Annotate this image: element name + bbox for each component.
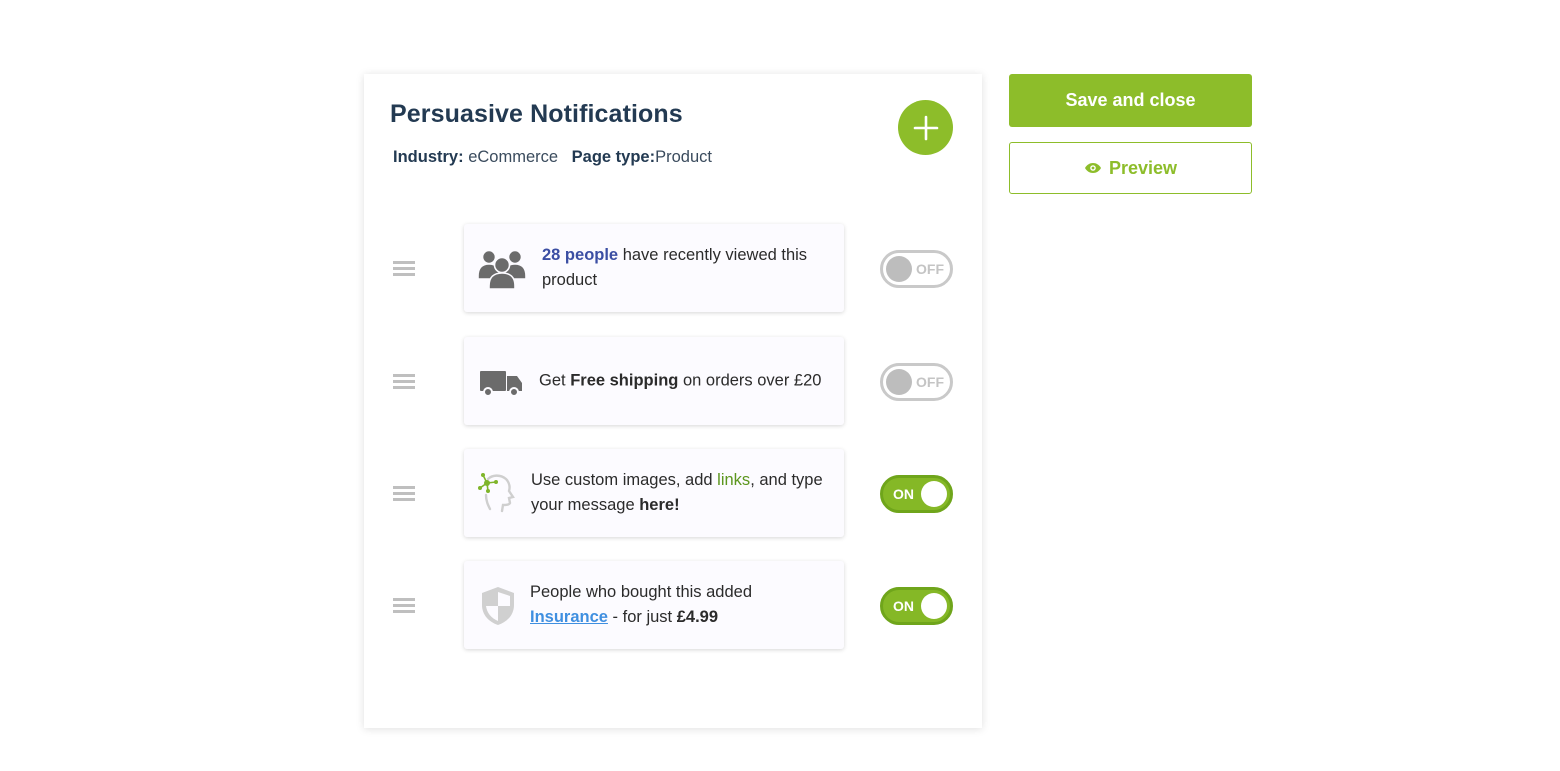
insurance-link[interactable]: Insurance xyxy=(530,608,608,626)
notification-toggle[interactable]: OFF xyxy=(880,250,953,288)
people-group-icon xyxy=(478,249,526,290)
notification-text: People who bought this added Insurance -… xyxy=(530,583,753,626)
page-type-value: Product xyxy=(655,148,712,166)
notification-card[interactable]: Get Free shipping on orders over £20 xyxy=(464,337,844,425)
save-and-close-button[interactable]: Save and close xyxy=(1009,74,1252,127)
drag-handle-icon[interactable] xyxy=(393,598,415,614)
notification-card[interactable]: People who bought this added Insurance -… xyxy=(464,561,844,649)
drag-handle-icon[interactable] xyxy=(393,486,415,502)
industry-value: eCommerce xyxy=(468,148,559,166)
notifications-panel: Persuasive Notifications Industry: eComm… xyxy=(364,74,982,728)
shield-icon xyxy=(482,587,514,625)
add-notification-button[interactable] xyxy=(898,100,953,155)
preview-button[interactable]: Preview xyxy=(1009,142,1252,194)
eye-icon xyxy=(1084,163,1101,173)
notification-text: Use custom images, add links, and type y… xyxy=(531,471,823,514)
preview-label: Preview xyxy=(1108,157,1178,178)
notification-text: 28 people have recently viewed this prod… xyxy=(542,246,808,289)
plus-icon xyxy=(913,115,938,140)
notification-row: People who bought this added Insurance -… xyxy=(364,561,982,651)
drag-handle-icon[interactable] xyxy=(393,374,415,390)
custom-head-network-icon xyxy=(478,473,515,513)
notification-row: 28 people have recently viewed this prod… xyxy=(364,224,982,314)
notification-card[interactable]: Use custom images, add links, and type y… xyxy=(464,449,844,537)
page-title: Persuasive Notifications xyxy=(390,100,683,128)
notification-row: Use custom images, add links, and type y… xyxy=(364,449,982,539)
delivery-truck-icon xyxy=(480,371,522,397)
page-type-label: Page type: xyxy=(571,148,656,166)
notification-toggle[interactable]: ON xyxy=(880,475,953,513)
notification-row: Get Free shipping on orders over £20 OFF xyxy=(364,337,982,427)
links-link[interactable]: links xyxy=(717,471,750,489)
notification-toggle[interactable]: ON xyxy=(880,587,953,625)
page-meta: Industry: eCommerce Page type:Product xyxy=(393,148,712,167)
notification-text: Get Free shipping on orders over £20 xyxy=(539,371,822,390)
drag-handle-icon[interactable] xyxy=(393,261,415,277)
notification-toggle[interactable]: OFF xyxy=(880,363,953,401)
industry-label: Industry: xyxy=(393,148,464,166)
notification-card[interactable]: 28 people have recently viewed this prod… xyxy=(464,224,844,312)
